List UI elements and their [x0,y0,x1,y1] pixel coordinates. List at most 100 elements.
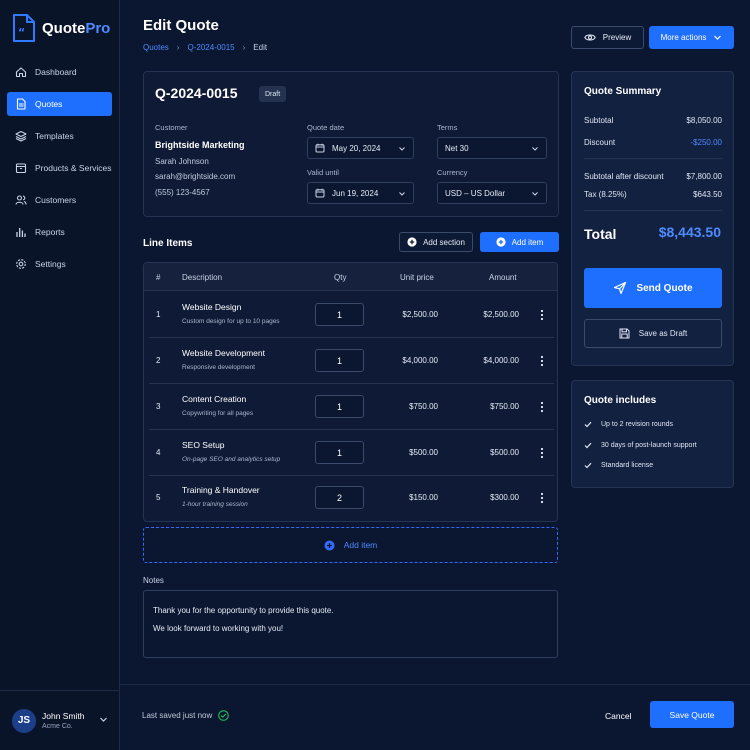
chevron-down-icon[interactable] [99,715,108,724]
kebab-menu-icon[interactable] [540,355,544,367]
item-description: 1-hour training session [182,501,248,508]
svg-text:“: “ [18,26,25,39]
line-items-title: Line Items [143,238,193,249]
save-status: Last saved just now [142,710,230,721]
chevron-down-icon [532,192,538,196]
quote-details-card: Q-2024-0015 Draft Customer Brightside Ma… [143,71,559,217]
amount: $4,000.00 [483,356,519,365]
table-row[interactable]: 5 Training & Handover 1-hour training sess… [149,476,554,520]
add-item-label: Add item [511,237,544,247]
layers-icon [15,130,27,142]
home-icon [15,67,27,78]
terms-select[interactable]: Net 30 [437,137,547,159]
valid-until-label: Valid until [307,168,339,177]
quantity-input[interactable]: 1 [315,441,364,464]
amount: $300.00 [490,493,519,502]
kebab-menu-icon[interactable] [540,492,544,504]
currency-value: USD – US Dollar [445,188,506,198]
discount-value[interactable]: -$250.00 [690,138,722,147]
valid-until-field[interactable]: Jun 19, 2024 [307,182,414,204]
preview-button-label: Preview [602,33,632,42]
check-circle-icon [218,710,230,721]
sidebar-item-customers[interactable]: Customers [7,188,112,212]
item-title[interactable]: Website Design [182,302,241,312]
customer-email: sarah@brightside.com [155,172,236,181]
quantity-input[interactable]: 2 [315,486,364,509]
summary-after-discount: Subtotal after discount $7,800.00 [584,172,722,181]
sidebar-item-templates[interactable]: Templates [7,124,112,148]
item-title[interactable]: SEO Setup [182,440,225,450]
quote-date-label: Quote date [307,123,345,132]
divider [584,210,722,211]
header-description: Description [182,273,223,282]
summary-title: Quote Summary [584,86,662,97]
tax-value: $643.50 [693,190,722,199]
sidebar-item-products[interactable]: Products & Services [7,156,112,180]
item-description: Custom design for up to 10 pages [182,318,280,325]
amount: $750.00 [490,402,519,411]
currency-select[interactable]: USD – US Dollar [437,182,547,204]
quantity-input[interactable]: 1 [315,303,364,326]
sidebar: “ QuotePro Dashboard Quotes Templates Pr… [0,0,120,750]
customer-name[interactable]: Brightside Marketing [155,140,245,150]
table-row[interactable]: 1 Website Design Custom design for up to 1… [149,292,554,338]
terms-value: Net 30 [445,143,469,153]
save-draft-button[interactable]: Save as Draft [584,319,722,348]
kebab-menu-icon[interactable] [540,447,544,459]
kebab-menu-icon[interactable] [540,401,544,413]
item-title[interactable]: Training & Handover [182,485,260,495]
tax-label: Tax (8.25%) [584,190,627,199]
chevron-down-icon [532,147,538,151]
includes-title: Quote includes [584,395,657,406]
notes-textarea[interactable]: Thank you for the opportunity to provide… [143,590,558,658]
notes-line-2: We look forward to working with you! [153,624,284,633]
table-header: # Description Qty Unit price Amount [144,263,557,291]
quote-date-field[interactable]: May 20, 2024 [307,137,414,159]
quote-summary-card: Quote Summary Subtotal $8,050.00 Discoun… [571,71,734,366]
sidebar-item-reports[interactable]: Reports [7,220,112,244]
breadcrumb-quote-number[interactable]: Q-2024-0015 [187,43,234,52]
subtotal-value: $8,050.00 [686,116,722,125]
cancel-button[interactable]: Cancel [605,711,631,721]
valid-until-value: Jun 19, 2024 [332,188,379,198]
floppy-disk-icon [619,328,630,339]
currency-label: Currency [437,168,468,177]
quote-includes-card: Quote includes Up to 2 revision rounds 3… [571,380,734,488]
table-row[interactable]: 4 SEO Setup On-page SEO and analytics setu… [149,430,554,476]
plus-circle-icon [324,540,335,550]
divider [584,158,722,159]
users-icon [15,195,27,205]
quantity-input[interactable]: 1 [315,395,364,418]
breadcrumb-quotes[interactable]: Quotes [143,43,169,52]
more-actions-label: More actions [660,33,707,42]
header-qty: Qty [334,273,347,282]
send-quote-label: Send Quote [636,282,693,294]
check-icon [584,421,592,428]
quote-date-value: May 20, 2024 [332,143,381,153]
sidebar-item-quotes[interactable]: Quotes [7,92,112,116]
more-actions-button[interactable]: More actions [649,26,734,49]
row-number: 5 [156,493,161,502]
sidebar-item-settings[interactable]: Settings [7,252,112,276]
add-item-row-button[interactable]: Add item [143,527,558,563]
chevron-down-icon [714,35,722,40]
preview-button[interactable]: Preview [571,26,644,49]
kebab-menu-icon[interactable] [540,309,544,321]
includes-item-label: 30 days of post-launch support [601,442,697,449]
box-icon [15,163,27,174]
table-row[interactable]: 3 Content Creation Copywriting for all pag… [149,384,554,430]
add-section-button[interactable]: Add section [399,232,473,252]
table-row[interactable]: 2 Website Development Responsive developme… [149,338,554,384]
save-quote-button[interactable]: Save Quote [650,701,734,728]
summary-tax: Tax (8.25%) $643.50 [584,190,722,199]
includes-item: Up to 2 revision rounds [584,421,673,428]
add-item-button[interactable]: Add item [480,232,559,252]
quantity-input[interactable]: 1 [315,349,364,372]
sidebar-item-dashboard[interactable]: Dashboard [7,60,112,84]
unit-price: $500.00 [409,448,438,457]
item-title[interactable]: Website Development [182,348,265,358]
send-quote-button[interactable]: Send Quote [584,268,722,308]
logo[interactable]: “ QuotePro [12,13,110,43]
user-menu[interactable]: JS John Smith Acme Co. [0,690,119,750]
item-title[interactable]: Content Creation [182,394,246,404]
